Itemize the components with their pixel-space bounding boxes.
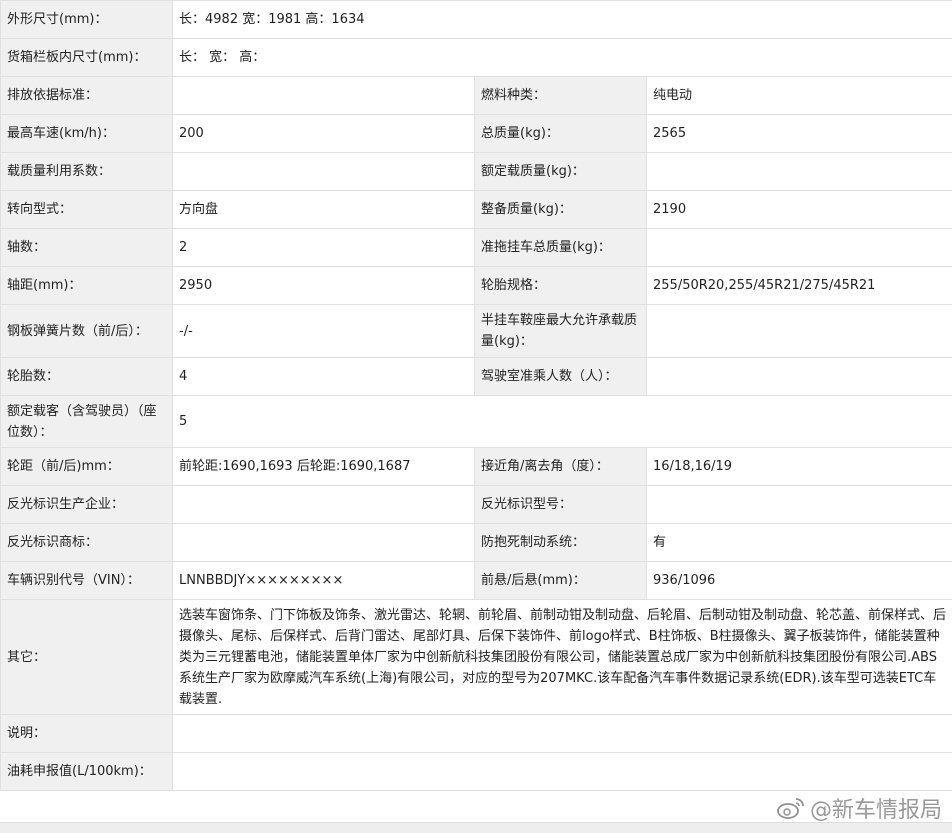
label-approach-angle: 接近角/离去角（度）： xyxy=(475,448,647,486)
value-reflector-brand xyxy=(173,524,475,562)
value-wheelbase: 2950 xyxy=(173,267,475,305)
label-vin: 车辆识别代号（VIN）： xyxy=(1,562,173,600)
label-axles: 轴数： xyxy=(1,229,173,267)
label-track: 轮距（前/后)mm： xyxy=(1,448,173,486)
value-approach-angle: 16/18,16/19 xyxy=(647,448,952,486)
value-saddle-load xyxy=(647,305,952,358)
value-steering: 方向盘 xyxy=(173,191,475,229)
label-notes: 说明： xyxy=(1,715,173,753)
label-gross-mass: 总质量(kg)： xyxy=(475,115,647,153)
label-load-coef: 载质量利用系数： xyxy=(1,153,173,191)
value-dimensions: 长：4982 宽：1981 高：1634 xyxy=(173,1,952,39)
value-axles: 2 xyxy=(173,229,475,267)
row-load-coef: 载质量利用系数： 额定载质量(kg)： xyxy=(1,153,952,191)
value-cargo-box: 长： 宽： 高： xyxy=(173,39,952,77)
value-reflector-model xyxy=(647,486,952,524)
vehicle-spec-table: 外形尺寸(mm)： 长：4982 宽：1981 高：1634 货箱栏板内尺寸(m… xyxy=(0,0,952,791)
label-abs: 防抱死制动系统： xyxy=(475,524,647,562)
value-reflector-maker xyxy=(173,486,475,524)
value-curb-mass: 2190 xyxy=(647,191,952,229)
value-fuel-consumption xyxy=(173,753,952,791)
label-wheelbase: 轴距(mm)： xyxy=(1,267,173,305)
label-reflector-maker: 反光标识生产企业： xyxy=(1,486,173,524)
label-fuel-type: 燃料种类： xyxy=(475,77,647,115)
row-dimensions: 外形尺寸(mm)： 长：4982 宽：1981 高：1634 xyxy=(1,1,952,39)
label-rated-load: 额定载质量(kg)： xyxy=(475,153,647,191)
value-notes xyxy=(173,715,952,753)
value-overhang: 936/1096 xyxy=(647,562,952,600)
label-reflector-brand: 反光标识商标： xyxy=(1,524,173,562)
row-passengers: 额定载客（含驾驶员）（座位数）： 5 xyxy=(1,396,952,448)
value-rated-load xyxy=(647,153,952,191)
label-tire-spec: 轮胎规格： xyxy=(475,267,647,305)
value-load-coef xyxy=(173,153,475,191)
row-max-speed: 最高车速(km/h)： 200 总质量(kg)： 2565 xyxy=(1,115,952,153)
value-vin: LNNBBDJY××××××××× xyxy=(173,562,475,600)
row-wheelbase: 轴距(mm)： 2950 轮胎规格： 255/50R20,255/45R21/2… xyxy=(1,267,952,305)
label-cab-occupants: 驾驶室准乘人数（人）： xyxy=(475,358,647,396)
label-trailer-mass: 准拖挂车总质量(kg)： xyxy=(475,229,647,267)
row-other: 其它： 选装车窗饰条、门下饰板及饰条、激光雷达、轮辋、前轮眉、前制动钳及制动盘、… xyxy=(1,600,952,715)
value-other: 选装车窗饰条、门下饰板及饰条、激光雷达、轮辋、前轮眉、前制动钳及制动盘、后轮眉、… xyxy=(173,600,952,715)
row-springs: 钢板弹簧片数（前/后）： -/- 半挂车鞍座最大允许承载质量(kg)： xyxy=(1,305,952,358)
value-tire-spec: 255/50R20,255/45R21/275/45R21 xyxy=(647,267,952,305)
row-track: 轮距（前/后)mm： 前轮距:1690,1693 后轮距:1690,1687 接… xyxy=(1,448,952,486)
row-tires: 轮胎数： 4 驾驶室准乘人数（人）： xyxy=(1,358,952,396)
value-cab-occupants xyxy=(647,358,952,396)
label-reflector-model: 反光标识型号： xyxy=(475,486,647,524)
value-gross-mass: 2565 xyxy=(647,115,952,153)
label-tires: 轮胎数： xyxy=(1,358,173,396)
value-tires: 4 xyxy=(173,358,475,396)
row-vin: 车辆识别代号（VIN）： LNNBBDJY××××××××× 前悬/后悬(mm)… xyxy=(1,562,952,600)
label-fuel-consumption: 油耗申报值(L/100km)： xyxy=(1,753,173,791)
label-dimensions: 外形尺寸(mm)： xyxy=(1,1,173,39)
watermark: @新车情报局 xyxy=(776,792,942,824)
row-notes: 说明： xyxy=(1,715,952,753)
row-axles: 轴数： 2 准拖挂车总质量(kg)： xyxy=(1,229,952,267)
value-springs: -/- xyxy=(173,305,475,358)
row-emission: 排放依据标准： 燃料种类： 纯电动 xyxy=(1,77,952,115)
row-cargo-box: 货箱栏板内尺寸(mm)： 长： 宽： 高： xyxy=(1,39,952,77)
row-fuel-consumption: 油耗申报值(L/100km)： xyxy=(1,753,952,791)
value-track: 前轮距:1690,1693 后轮距:1690,1687 xyxy=(173,448,475,486)
row-steering: 转向型式： 方向盘 整备质量(kg)： 2190 xyxy=(1,191,952,229)
label-steering: 转向型式： xyxy=(1,191,173,229)
value-passengers: 5 xyxy=(173,396,952,448)
value-trailer-mass xyxy=(647,229,952,267)
label-springs: 钢板弹簧片数（前/后）： xyxy=(1,305,173,358)
label-overhang: 前悬/后悬(mm)： xyxy=(475,562,647,600)
label-passengers: 额定载客（含驾驶员）（座位数）： xyxy=(1,396,173,448)
value-fuel-type: 纯电动 xyxy=(647,77,952,115)
label-other: 其它： xyxy=(1,600,173,715)
label-emission: 排放依据标准： xyxy=(1,77,173,115)
label-curb-mass: 整备质量(kg)： xyxy=(475,191,647,229)
value-max-speed: 200 xyxy=(173,115,475,153)
label-cargo-box: 货箱栏板内尺寸(mm)： xyxy=(1,39,173,77)
weibo-logo-icon xyxy=(776,795,806,821)
watermark-text: @新车情报局 xyxy=(810,792,942,824)
row-reflector-maker: 反光标识生产企业： 反光标识型号： xyxy=(1,486,952,524)
label-saddle-load: 半挂车鞍座最大允许承载质量(kg)： xyxy=(475,305,647,358)
value-emission xyxy=(173,77,475,115)
value-abs: 有 xyxy=(647,524,952,562)
label-max-speed: 最高车速(km/h)： xyxy=(1,115,173,153)
row-reflector-brand: 反光标识商标： 防抱死制动系统： 有 xyxy=(1,524,952,562)
